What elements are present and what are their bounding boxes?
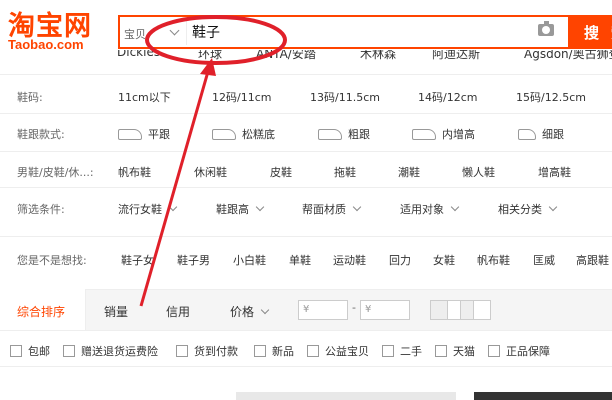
annotation-circle bbox=[145, 15, 287, 65]
annotation-arrow-line bbox=[139, 67, 211, 307]
annotation-overlay bbox=[139, 15, 287, 307]
